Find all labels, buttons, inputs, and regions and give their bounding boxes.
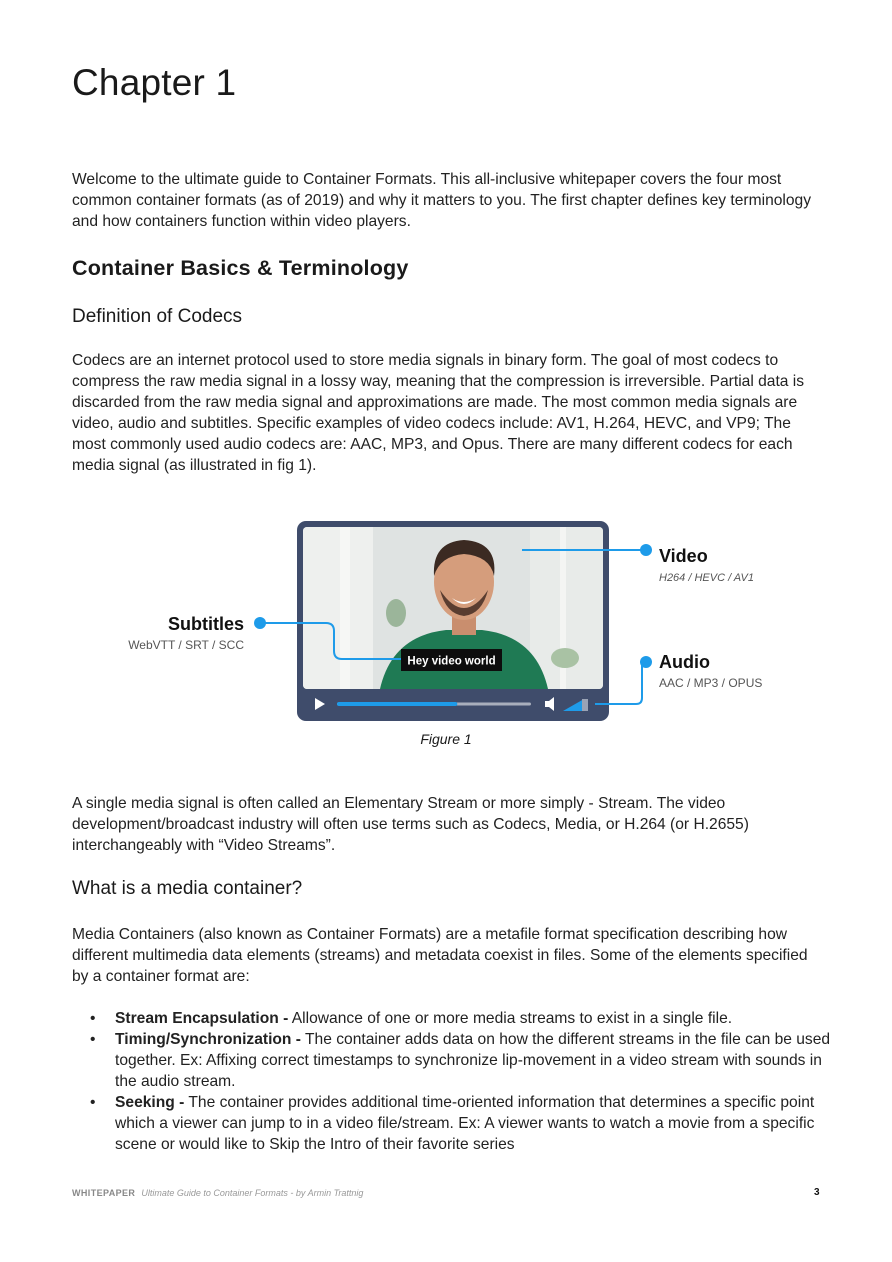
container-paragraph: Media Containers (also known as Containe…: [72, 926, 808, 985]
section-title: Container Basics & Terminology: [72, 256, 409, 280]
video-label: Video: [659, 546, 708, 566]
video-codecs: H264 / HEVC / AV1: [659, 572, 754, 584]
footer-tag: WHITEPAPER: [72, 1188, 136, 1198]
page-number: 3: [814, 1187, 820, 1198]
list-item-term: Timing/Synchronization -: [115, 1031, 301, 1048]
audio-codecs: AAC / MP3 / OPUS: [659, 676, 762, 690]
intro-paragraph: Welcome to the ultimate guide to Contain…: [72, 171, 812, 230]
subtitles-connector-dot: [254, 617, 266, 629]
figure-caption: Figure 1: [420, 731, 472, 747]
chapter-title: Chapter 1: [72, 62, 237, 103]
audio-connector-dot: [640, 656, 652, 668]
list-item-text: Allowance of one or more media streams t…: [288, 1010, 733, 1027]
container-elements-list: • Stream Encapsulation - Allowance of one…: [72, 1008, 832, 1155]
list-item: • Timing/Synchronization - The container …: [90, 1031, 831, 1090]
footer-subtitle: Ultimate Guide to Container Formats - by…: [141, 1188, 364, 1198]
figure-video-player-diagram: Hey video world Video H264 / HEVC / AV1 …: [110, 518, 810, 728]
list-item-term: Stream Encapsulation -: [115, 1010, 289, 1027]
video-connector-dot: [640, 544, 652, 556]
figure-svg: Hey video world Video H264 / HEVC / AV1 …: [128, 521, 762, 721]
list-item-term: Seeking -: [115, 1094, 185, 1111]
list-item: • Seeking - The container provides additi…: [90, 1094, 815, 1153]
subtitle-overlay-text: Hey video world: [407, 656, 495, 668]
audio-label: Audio: [659, 652, 710, 672]
list-item: • Stream Encapsulation - Allowance of one…: [90, 1010, 733, 1027]
subsection-title-container: What is a media container?: [72, 878, 303, 899]
list-item-text: The container provides additional time-o…: [115, 1094, 815, 1153]
subtitles-label: Subtitles: [168, 614, 244, 634]
subtitles-formats: WebVTT / SRT / SCC: [128, 638, 244, 652]
subsection-title-codecs: Definition of Codecs: [72, 306, 243, 327]
codecs-paragraph: Codecs are an internet protocol used to …: [72, 352, 805, 474]
page-footer: WHITEPAPER Ultimate Guide to Container Fo…: [72, 1188, 363, 1198]
progress-fill: [337, 702, 458, 706]
stream-paragraph: A single media signal is often called an…: [72, 795, 749, 854]
